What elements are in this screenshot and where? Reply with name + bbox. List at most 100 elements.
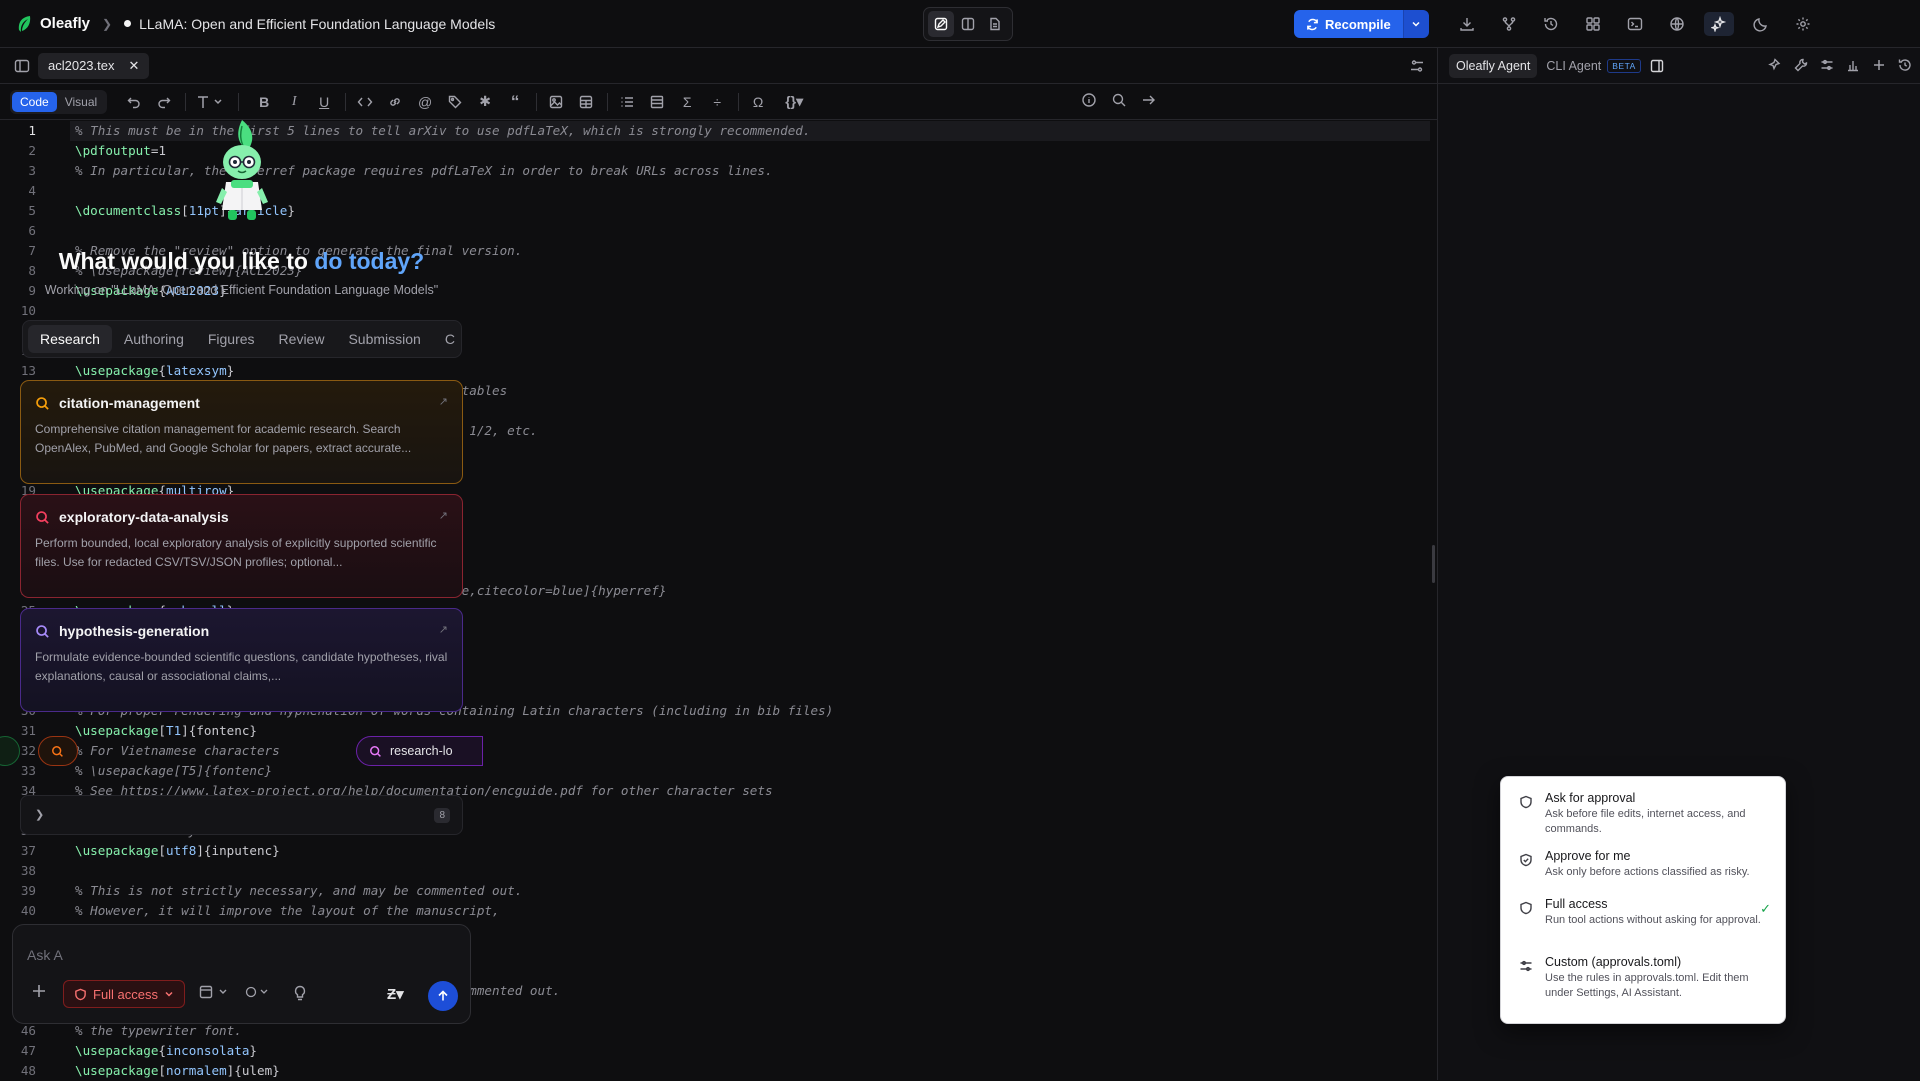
model-selector-icon[interactable]: Ƶ▾: [387, 985, 404, 1003]
panel-resize-handle[interactable]: [1432, 545, 1435, 583]
code-line[interactable]: 13 \usepackage{latexsym}: [0, 361, 1437, 381]
code-line[interactable]: 6: [0, 221, 1437, 241]
italic-icon[interactable]: I: [283, 91, 305, 113]
mention-icon[interactable]: @: [414, 91, 436, 113]
terminal-icon[interactable]: [1620, 12, 1650, 36]
bold-icon[interactable]: B: [253, 91, 275, 113]
history-icon[interactable]: [1898, 58, 1912, 72]
tag-icon[interactable]: [444, 91, 466, 113]
underline-icon[interactable]: U: [313, 91, 335, 113]
recompile-options-button[interactable]: [1402, 10, 1429, 38]
search-icon[interactable]: [1111, 92, 1127, 108]
category-tab[interactable]: Research: [28, 325, 112, 353]
toggle-sidebar-icon[interactable]: [14, 58, 30, 74]
context-box-icon[interactable]: [199, 985, 231, 999]
skill-chip[interactable]: [0, 736, 20, 766]
bar-chart-icon[interactable]: [1846, 58, 1860, 72]
omega-icon[interactable]: Ω: [747, 91, 769, 113]
skill-card-citation-management[interactable]: citation-management Comprehensive citati…: [20, 380, 463, 484]
moon-icon[interactable]: [1746, 12, 1776, 36]
outline-toggle-icon[interactable]: [1409, 58, 1425, 74]
wrench-icon[interactable]: [1794, 58, 1808, 72]
file-tab[interactable]: acl2023.tex ✕: [38, 52, 150, 79]
skill-chip-research[interactable]: research-lo: [356, 736, 483, 766]
table-icon[interactable]: [575, 91, 597, 113]
category-tab[interactable]: C: [433, 325, 461, 353]
arrow-right-icon[interactable]: [1141, 92, 1157, 108]
open-external-icon[interactable]: ↗: [439, 395, 448, 408]
text-style-icon[interactable]: [194, 91, 228, 113]
chat-input[interactable]: Ask A: [27, 947, 63, 963]
image-icon[interactable]: [545, 91, 567, 113]
code-line[interactable]: 39 % This is not strictly necessary, and …: [0, 881, 1437, 901]
code-mode-tab[interactable]: Code: [12, 91, 57, 112]
download-icon[interactable]: [1452, 12, 1482, 36]
open-external-icon[interactable]: ↗: [439, 623, 448, 636]
numbered-list-icon[interactable]: [646, 91, 668, 113]
menu-item-ask-for-approval[interactable]: Ask for approval Ask before file edits, …: [1501, 785, 1785, 843]
ai-sparkle-icon[interactable]: [1704, 12, 1734, 36]
link-icon[interactable]: [384, 91, 406, 113]
history-icon[interactable]: [1536, 12, 1566, 36]
brand[interactable]: Oleafly: [16, 15, 90, 33]
line-number: 3: [28, 163, 36, 178]
line-number: 47: [20, 1043, 36, 1058]
chevron-right-icon: ❯: [102, 16, 113, 31]
code-icon[interactable]: [354, 91, 376, 113]
sigma-icon[interactable]: Σ: [676, 91, 698, 113]
code-line[interactable]: 10: [0, 301, 1437, 321]
redo-icon[interactable]: [153, 91, 175, 113]
grid-icon[interactable]: [1578, 12, 1608, 36]
skill-card-exploratory-data-analysis[interactable]: exploratory-data-analysis Perform bounde…: [20, 494, 463, 598]
collapsed-section[interactable]: ❯ 8: [20, 795, 463, 835]
pin-icon[interactable]: [1768, 58, 1782, 72]
visual-mode-tab[interactable]: Visual: [57, 92, 105, 112]
status-circle-icon[interactable]: [245, 985, 277, 999]
code-line[interactable]: 38: [0, 861, 1437, 881]
recompile-button[interactable]: Recompile: [1294, 10, 1403, 38]
document-title[interactable]: LLaMA: Open and Efficient Foundation Lan…: [124, 16, 495, 32]
undo-icon[interactable]: [123, 91, 145, 113]
category-tab[interactable]: Submission: [336, 325, 432, 353]
category-tab[interactable]: Figures: [196, 325, 267, 353]
skill-card-title: citation-management: [59, 395, 200, 411]
divide-icon[interactable]: ÷: [706, 91, 728, 113]
category-tab[interactable]: Authoring: [112, 325, 196, 353]
split-view-icon[interactable]: [955, 11, 981, 37]
menu-item-approve-for-me[interactable]: Approve for me Ask only before actions c…: [1501, 843, 1785, 891]
send-button[interactable]: [428, 981, 458, 1011]
shield-icon: [1519, 795, 1533, 809]
quote-icon[interactable]: “: [504, 91, 526, 113]
git-branch-icon[interactable]: [1494, 12, 1524, 36]
code-line[interactable]: 47 \usepackage{inconsolata}: [0, 1041, 1437, 1061]
mascot-illustration: [212, 118, 272, 222]
panel-collapse-icon[interactable]: [1650, 59, 1664, 73]
asterisk-icon[interactable]: ✱: [474, 91, 496, 113]
tab-oleafly-agent[interactable]: Oleafly Agent: [1449, 53, 1538, 78]
lightbulb-icon[interactable]: [293, 985, 307, 1001]
code-line[interactable]: 46 % the typewriter font.: [0, 1021, 1437, 1041]
code-line[interactable]: 48 \usepackage[normalem]{ulem}: [0, 1061, 1437, 1081]
info-icon[interactable]: [1081, 92, 1097, 108]
settings-gear-icon[interactable]: [1788, 12, 1818, 36]
menu-item-custom-approvals[interactable]: Custom (approvals.toml) Use the rules in…: [1501, 949, 1785, 1007]
attach-plus-icon[interactable]: [31, 983, 47, 999]
braces-icon[interactable]: {}▾: [777, 91, 811, 113]
globe-icon[interactable]: [1662, 12, 1692, 36]
skill-card-hypothesis-generation[interactable]: hypothesis-generation Formulate evidence…: [20, 608, 463, 712]
bullet-list-icon[interactable]: [616, 91, 638, 113]
menu-item-full-access[interactable]: Full access Run tool actions without ask…: [1501, 891, 1785, 949]
pdf-view-icon[interactable]: [982, 11, 1008, 37]
tab-cli-agent[interactable]: CLI Agent BETA: [1539, 54, 1647, 78]
category-tab[interactable]: Review: [267, 325, 337, 353]
search-icon: [36, 510, 49, 524]
sliders-icon[interactable]: [1820, 58, 1834, 72]
close-icon[interactable]: ✕: [129, 58, 140, 74]
skill-chip[interactable]: [38, 736, 78, 766]
open-external-icon[interactable]: ↗: [439, 509, 448, 522]
code-line[interactable]: 37 \usepackage[utf8]{inputenc}: [0, 841, 1437, 861]
editor-view-icon[interactable]: [928, 11, 955, 37]
access-mode-button[interactable]: Full access: [63, 980, 186, 1008]
code-line[interactable]: 40 % However, it will improve the layout …: [0, 901, 1437, 921]
plus-icon[interactable]: [1872, 58, 1886, 72]
